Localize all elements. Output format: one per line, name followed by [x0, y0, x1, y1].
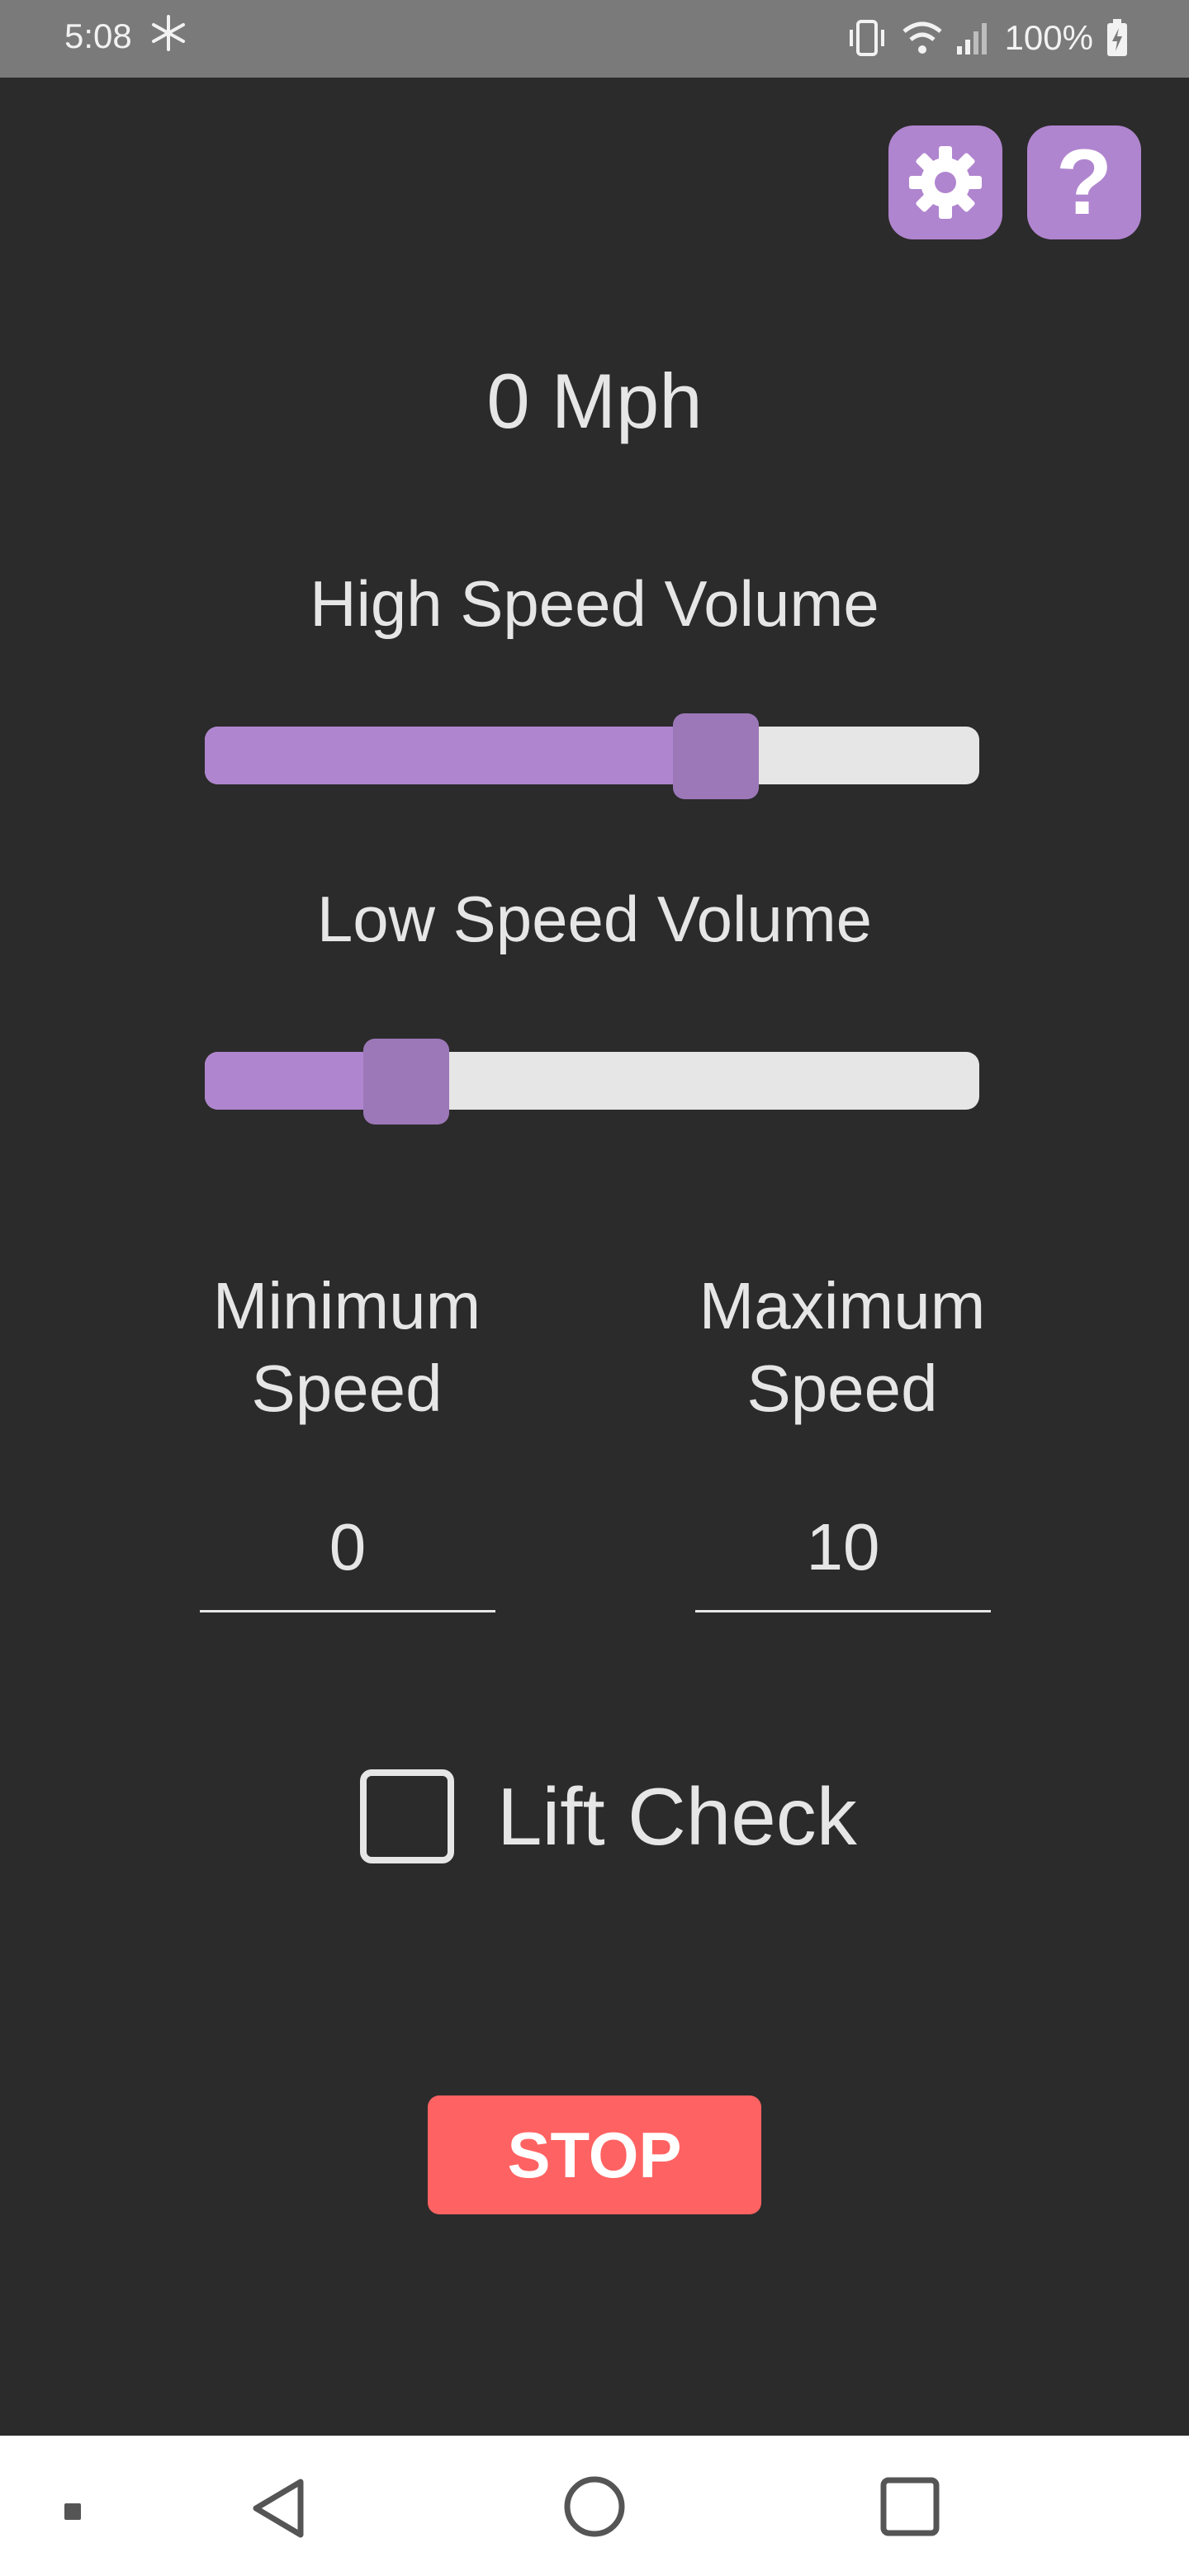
status-time: 5:08 [64, 17, 132, 55]
high-speed-volume-slider[interactable] [205, 713, 979, 799]
vibrate-icon [849, 20, 884, 56]
low-speed-volume-slider[interactable] [205, 1039, 979, 1125]
navigation-bar [0, 2436, 1189, 2576]
slider-thumb[interactable] [362, 1039, 449, 1125]
status-bar: 5:08 100% [0, 0, 1189, 78]
minimum-speed-label-line2: Speed [251, 1352, 443, 1425]
back-icon[interactable] [246, 2475, 312, 2541]
stop-button[interactable]: STOP [428, 2095, 761, 2214]
gear-icon [909, 146, 982, 219]
maximum-speed-input[interactable]: 10 [695, 1506, 991, 1612]
maximum-speed-label-line2: Speed [746, 1352, 938, 1425]
maximum-speed-label-line1: Maximum [699, 1269, 986, 1342]
recents-dot-icon[interactable] [63, 2502, 83, 2522]
overview-icon[interactable] [879, 2475, 941, 2538]
home-icon[interactable] [561, 2474, 628, 2540]
speed-readout: 0 Mph [486, 358, 703, 444]
slider-thumb[interactable] [673, 713, 760, 799]
help-button[interactable]: ? [1027, 125, 1141, 239]
minimum-speed-input[interactable]: 0 [200, 1506, 495, 1612]
lift-check-row[interactable]: Lift Check [360, 1764, 857, 1869]
minimum-speed-label: Minimum Speed [149, 1265, 545, 1430]
lift-check-label: Lift Check [497, 1770, 857, 1862]
high-speed-volume-label: High Speed Volume [310, 567, 879, 640]
lift-check-checkbox[interactable] [360, 1769, 454, 1863]
slider-fill [205, 727, 717, 784]
battery-charging-icon [1107, 19, 1127, 56]
minimum-speed-label-line1: Minimum [212, 1269, 481, 1342]
battery-percent: 100% [1004, 18, 1093, 57]
settings-button[interactable] [888, 125, 1002, 239]
snowflake-icon [152, 15, 185, 51]
wifi-icon [902, 21, 942, 54]
signal-icon [956, 23, 987, 54]
slider-track [205, 1052, 979, 1110]
status-icons: 100% [845, 13, 1141, 63]
question-mark-icon: ? [1055, 130, 1113, 234]
maximum-speed-label: Maximum Speed [644, 1265, 1040, 1430]
slider-track [205, 727, 979, 784]
low-speed-volume-label: Low Speed Volume [316, 883, 873, 955]
